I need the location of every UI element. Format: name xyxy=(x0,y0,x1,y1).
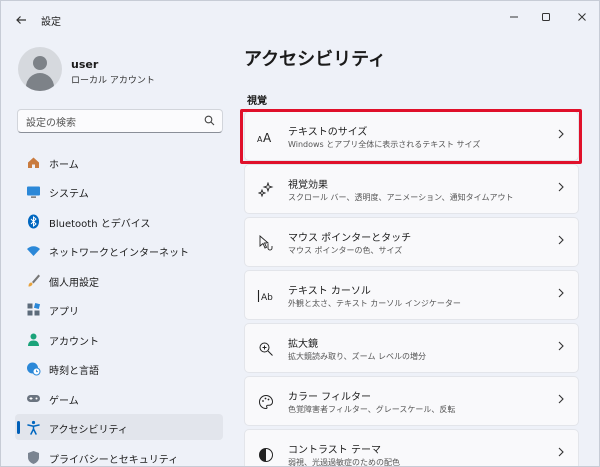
svg-text:A: A xyxy=(263,131,272,144)
sidebar-item-label: システム xyxy=(49,189,89,200)
monitor-icon xyxy=(25,183,41,199)
sidebar-item-accounts[interactable]: アカウント xyxy=(15,326,223,352)
person-icon xyxy=(25,331,41,347)
chevron-right-icon xyxy=(557,288,565,301)
sidebar-item-label: ネットワークとインターネット xyxy=(49,248,189,259)
sidebar-item-label: 個人用設定 xyxy=(49,278,99,289)
accessibility-icon xyxy=(25,419,41,435)
bluetooth-icon xyxy=(25,213,41,229)
card-mouse-pointer[interactable]: マウス ポインターとタッチ マウス ポインターの色、サイズ xyxy=(244,217,579,267)
user-name: user xyxy=(71,58,99,71)
wifi-icon xyxy=(25,242,41,258)
avatar-body xyxy=(26,73,54,91)
apps-icon xyxy=(25,301,41,317)
avatar[interactable] xyxy=(18,47,62,91)
card-description: 色覚障害者フィルター、グレースケール、反転 xyxy=(288,405,456,414)
close-icon xyxy=(578,13,586,21)
sidebar-item-label: アクセシビリティ xyxy=(49,425,128,436)
card-magnifier[interactable]: 拡大鏡 拡大鏡読み取り、ズーム レベルの増分 xyxy=(244,323,579,373)
gamepad-icon xyxy=(25,390,41,406)
active-indicator xyxy=(17,421,20,434)
sidebar-item-label: 時刻と言語 xyxy=(49,366,99,377)
svg-text:Ab: Ab xyxy=(261,293,273,303)
chevron-right-icon xyxy=(557,341,565,354)
card-title: 拡大鏡 xyxy=(288,339,318,350)
page-title: アクセシビリティ xyxy=(244,49,387,70)
card-title: コントラスト テーマ xyxy=(288,445,381,456)
sidebar-item-label: ゲーム xyxy=(49,396,79,407)
sidebar-item-bluetooth[interactable]: Bluetooth とデバイス xyxy=(15,208,223,234)
text-size-icon: AA xyxy=(257,128,275,146)
window-title: 設定 xyxy=(41,17,61,28)
minimize-icon xyxy=(510,16,518,18)
chevron-right-icon xyxy=(557,182,565,195)
card-description: 外観と太さ、テキスト カーソル インジケーター xyxy=(288,299,461,308)
search-icon[interactable] xyxy=(204,115,216,127)
card-text-size[interactable]: AA テキストのサイズ Windows とアプリ全体に表示されるテキスト サイズ xyxy=(244,111,579,161)
chevron-right-icon xyxy=(557,394,565,407)
sidebar-item-label: アカウント xyxy=(49,337,99,348)
sidebar-item-system[interactable]: システム xyxy=(15,178,223,204)
card-description: マウス ポインターの色、サイズ xyxy=(288,246,403,255)
text-cursor-icon: Ab xyxy=(257,287,275,305)
palette-icon xyxy=(257,393,275,411)
card-description: Windows とアプリ全体に表示されるテキスト サイズ xyxy=(288,140,481,149)
card-title: テキストのサイズ xyxy=(288,127,368,138)
search-input[interactable]: 設定の検索 xyxy=(17,109,223,133)
card-title: テキスト カーソル xyxy=(288,286,371,297)
back-arrow-icon xyxy=(16,16,26,24)
sidebar-item-accessibility[interactable]: アクセシビリティ xyxy=(15,414,223,440)
sidebar-item-personalization[interactable]: 個人用設定 xyxy=(15,267,223,293)
card-text-cursor[interactable]: Ab テキスト カーソル 外観と太さ、テキスト カーソル インジケーター xyxy=(244,270,579,320)
card-title: カラー フィルター xyxy=(288,392,371,403)
card-color-filter[interactable]: カラー フィルター 色覚障害者フィルター、グレースケール、反転 xyxy=(244,376,579,426)
title-bar: 設定 xyxy=(1,1,599,39)
sidebar-item-network[interactable]: ネットワークとインターネット xyxy=(15,237,223,263)
card-description: スクロール バー、透明度、アニメーション、通知タイムアウト xyxy=(288,193,514,202)
sidebar-item-home[interactable]: ホーム xyxy=(15,149,223,175)
maximize-icon xyxy=(542,13,550,21)
sidebar-item-time-language[interactable]: 時刻と言語 xyxy=(15,355,223,381)
mouse-pointer-icon xyxy=(257,234,275,252)
sidebar-item-gaming[interactable]: ゲーム xyxy=(15,385,223,411)
chevron-right-icon xyxy=(557,129,565,142)
chevron-right-icon xyxy=(557,447,565,460)
home-icon xyxy=(25,154,41,170)
card-description: 弱視、光過過敏症のための配色 xyxy=(288,458,400,467)
card-title: 視覚効果 xyxy=(288,180,328,191)
card-title: マウス ポインターとタッチ xyxy=(288,233,412,244)
sidebar-item-label: プライバシーとセキュリティ xyxy=(49,455,179,466)
globe-clock-icon xyxy=(25,360,41,376)
settings-window: 設定 user ローカル アカウント 設定の検索 ホーム システム Blueto… xyxy=(0,0,600,467)
chevron-right-icon xyxy=(557,235,565,248)
account-type: ローカル アカウント xyxy=(71,76,155,86)
card-visual-effects[interactable]: 視覚効果 スクロール バー、透明度、アニメーション、通知タイムアウト xyxy=(244,164,579,214)
contrast-icon xyxy=(257,446,275,464)
sidebar-item-label: ホーム xyxy=(49,160,79,171)
card-contrast-theme[interactable]: コントラスト テーマ 弱視、光過過敏症のための配色 xyxy=(244,429,579,467)
sidebar-item-privacy[interactable]: プライバシーとセキュリティ xyxy=(15,444,223,466)
shield-icon xyxy=(25,449,41,465)
section-heading: 視覚 xyxy=(247,96,267,107)
card-description: 拡大鏡読み取り、ズーム レベルの増分 xyxy=(288,352,426,361)
magnifier-icon xyxy=(257,340,275,358)
sidebar-item-apps[interactable]: アプリ xyxy=(15,296,223,322)
avatar-head xyxy=(33,56,47,70)
close-button[interactable] xyxy=(561,5,599,29)
sidebar-item-label: Bluetooth とデバイス xyxy=(49,219,151,230)
sidebar-item-label: アプリ xyxy=(49,307,79,318)
back-button[interactable] xyxy=(9,10,33,30)
sparkle-icon xyxy=(257,181,275,199)
brush-icon xyxy=(25,272,41,288)
